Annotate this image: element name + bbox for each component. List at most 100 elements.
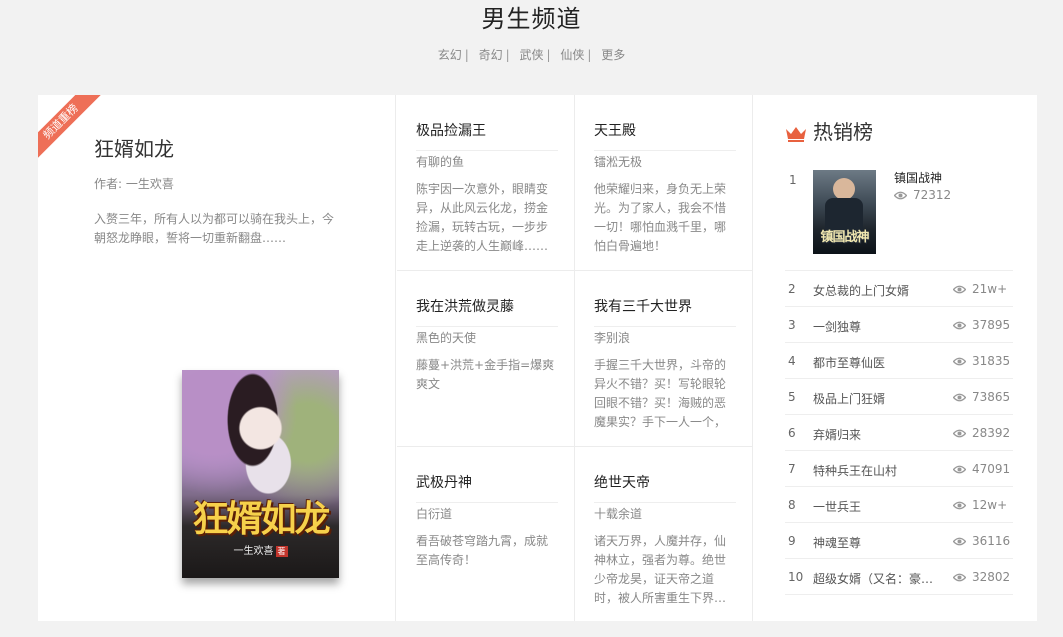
nav-link-xianxia[interactable]: 仙侠 (560, 48, 584, 62)
rank-book-title[interactable]: 女总裁的上门女婿 (813, 282, 937, 299)
eye-icon (953, 429, 966, 438)
book-card[interactable]: 我有三千大世界 李别浪 手握三千大世界，斗帝的异火不错？买！写轮眼轮回眼不错？买… (575, 271, 753, 447)
book-description: 他荣耀归来，身负无上荣光。为了家人，我会不惜一切！哪怕血溅千里，哪怕白骨遍地！ (594, 182, 727, 253)
rank-number: 8 (788, 498, 796, 512)
cover-author-text: 一生欢喜著 (182, 542, 339, 557)
rank-book-title[interactable]: 极品上门狂婿 (813, 390, 937, 407)
rank-book-title[interactable]: 特种兵王在山村 (813, 462, 937, 479)
book-author: 十载余道 (594, 507, 643, 521)
eye-icon (894, 191, 907, 200)
book-card[interactable]: 武极丹神 白衍道 看吾破苍穹踏九霄，成就至高传奇！ (397, 447, 575, 621)
content-panel: 频道重榜 狂婿如龙 作者: 一生欢喜 入赘三年，所有人以为都可以骑在我头上，今朝… (38, 95, 1037, 621)
ranking-row[interactable]: 9 神魂至尊 36116 (785, 523, 1013, 559)
book-title[interactable]: 绝世天帝 (594, 473, 736, 503)
eye-icon (953, 501, 966, 510)
ranking-row[interactable]: 5 极品上门狂婿 73865 (785, 379, 1013, 415)
rank-views: 31835 (953, 354, 1010, 368)
view-count: 32802 (972, 570, 1011, 584)
view-count: 72312 (913, 188, 952, 202)
book-title[interactable]: 天王殿 (594, 121, 736, 151)
ranking-row[interactable]: 6 弃婿归来 28392 (785, 415, 1013, 451)
rank-book-title[interactable]: 一世兵王 (813, 498, 937, 515)
nav-separator: | (546, 48, 551, 62)
view-count: 73865 (972, 390, 1011, 404)
cover-figure-head (833, 178, 855, 200)
book-description: 诸天万界，人魔并存，仙神林立，强者为尊。绝世少帝龙昊，证天帝之道时，被人所害重生… (594, 534, 727, 605)
eye-icon (953, 357, 966, 366)
book-title[interactable]: 我在洪荒做灵藤 (416, 297, 558, 327)
nav-separator: | (505, 48, 510, 62)
top-book-views: 72312 (894, 188, 951, 202)
featured-author: 作者: 一生欢喜 (94, 177, 174, 191)
featured-ribbon: 频道重榜 (38, 95, 103, 164)
ranking-row[interactable]: 8 一世兵王 12w+ (785, 487, 1013, 523)
ranking-row[interactable]: 10 超级女婿（又名：豪门女婿） 32802 (785, 559, 1013, 595)
book-description: 手握三千大世界，斗帝的异火不错？买！写轮眼轮回眼不错？买！海贼的恶魔果实？手下一… (594, 358, 727, 429)
view-count: 36116 (972, 534, 1011, 548)
nav-link-qihuan[interactable]: 奇幻 (479, 48, 503, 62)
crown-icon (786, 127, 806, 142)
category-nav: 玄幻 | 奇幻 | 武侠 | 仙侠 | 更多 (0, 46, 1063, 64)
bestseller-ranking: 热销榜 1 镇国战神 镇国战神 72312 2 女总裁的上门女婿 21w+ 3 一剑独尊… (754, 95, 1037, 621)
rank-book-title[interactable]: 弃婿归来 (813, 426, 937, 443)
book-author: 白衍道 (416, 507, 453, 521)
rank-views: 32802 (953, 570, 1010, 584)
view-count: 31835 (972, 354, 1011, 368)
eye-icon (953, 537, 966, 546)
ranking-row[interactable]: 4 都市至尊仙医 31835 (785, 343, 1013, 379)
book-description: 看吾破苍穹踏九霄，成就至高传奇！ (416, 534, 549, 567)
rank-views: 47091 (953, 462, 1010, 476)
rank-book-title[interactable]: 神魂至尊 (813, 534, 937, 551)
ranking-row[interactable]: 7 特种兵王在山村 47091 (785, 451, 1013, 487)
book-card[interactable]: 我在洪荒做灵藤 黑色的天使 藤蔓+洪荒+金手指=爆爽爽文 (397, 271, 575, 447)
nav-link-xuanhuan[interactable]: 玄幻 (438, 48, 462, 62)
rank-number: 10 (788, 570, 804, 584)
book-title[interactable]: 我有三千大世界 (594, 297, 736, 327)
cover-title-text: 镇国战神 (820, 230, 869, 245)
cover-title-text: 狂婿如龙 (192, 498, 330, 540)
ranking-title: 热销榜 (813, 120, 873, 144)
featured-description: 入赘三年，所有人以为都可以骑在我头上，今朝怒龙睁眼，誓将一切重新翻盘…… (94, 212, 335, 245)
rank-number: 6 (788, 426, 796, 440)
ranking-top-item[interactable]: 1 镇国战神 镇国战神 72312 (785, 167, 1013, 271)
nav-link-more[interactable]: 更多 (601, 48, 625, 62)
book-author: 黑色的天使 (416, 331, 477, 345)
featured-book[interactable]: 频道重榜 狂婿如龙 作者: 一生欢喜 入赘三年，所有人以为都可以骑在我头上，今朝… (38, 95, 396, 621)
book-title[interactable]: 武极丹神 (416, 473, 558, 503)
book-card[interactable]: 极品捡漏王 有聊的鱼 陈宇因一次意外，眼睛变异，从此风云化龙，捞金捡漏，玩转古玩… (397, 95, 575, 271)
view-count: 47091 (972, 462, 1011, 476)
view-count: 37895 (972, 318, 1011, 332)
cover-author-name: 一生欢喜 (233, 546, 274, 557)
rank-number: 7 (788, 462, 796, 476)
rank-number: 3 (788, 318, 796, 332)
eye-icon (953, 573, 966, 582)
rank-number: 4 (788, 354, 796, 368)
rank-views: 12w+ (953, 498, 1007, 512)
rank-number: 5 (788, 390, 796, 404)
eye-icon (953, 393, 966, 402)
rank-number: 9 (788, 534, 796, 548)
book-card[interactable]: 天王殿 镭淞无极 他荣耀归来，身负无上荣光。为了家人，我会不惜一切！哪怕血溅千里… (575, 95, 753, 271)
eye-icon (953, 321, 966, 330)
ranking-row[interactable]: 2 女总裁的上门女婿 21w+ (785, 271, 1013, 307)
top-book-title[interactable]: 镇国战神 (894, 169, 942, 186)
featured-cover-image[interactable]: 狂婿如龙 一生欢喜著 (182, 370, 339, 578)
rank-views: 28392 (953, 426, 1010, 440)
view-count: 28392 (972, 426, 1011, 440)
eye-icon (953, 465, 966, 474)
book-description: 藤蔓+洪荒+金手指=爆爽爽文 (416, 358, 555, 391)
rank-views: 36116 (953, 534, 1010, 548)
book-card[interactable]: 绝世天帝 十载余道 诸天万界，人魔并存，仙神林立，强者为尊。绝世少帝龙昊，证天帝… (575, 447, 753, 621)
rank-book-title[interactable]: 都市至尊仙医 (813, 354, 937, 371)
top-book-cover[interactable]: 镇国战神 (813, 170, 876, 254)
featured-title[interactable]: 狂婿如龙 (94, 135, 174, 163)
view-count: 12w+ (972, 498, 1008, 512)
rank-views: 37895 (953, 318, 1010, 332)
rank-book-title[interactable]: 超级女婿（又名：豪门女婿） (813, 570, 937, 587)
rank-number: 1 (789, 173, 797, 187)
nav-separator: | (587, 48, 592, 62)
rank-book-title[interactable]: 一剑独尊 (813, 318, 937, 335)
book-title[interactable]: 极品捡漏王 (416, 121, 558, 151)
nav-link-wuxia[interactable]: 武侠 (519, 48, 543, 62)
ranking-row[interactable]: 3 一剑独尊 37895 (785, 307, 1013, 343)
